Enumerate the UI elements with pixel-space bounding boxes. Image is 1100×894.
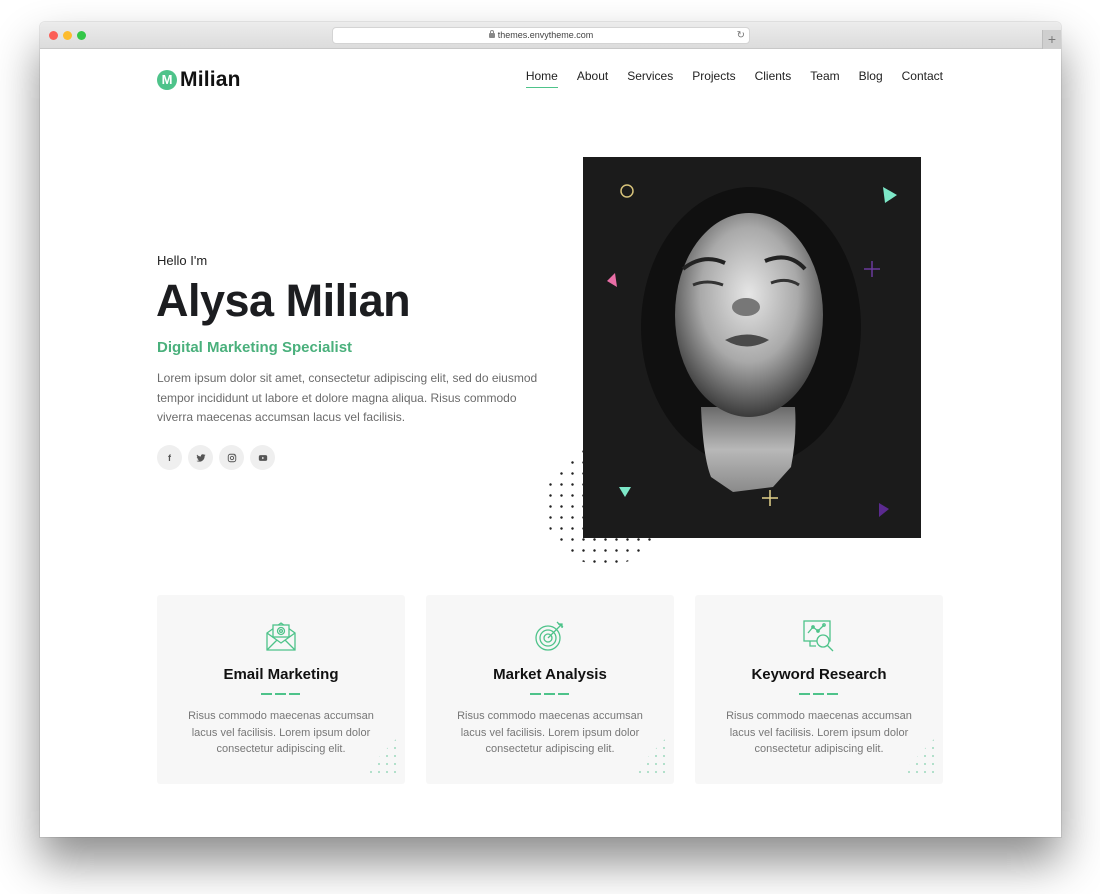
hero-role: Digital Marketing Specialist <box>157 339 353 356</box>
youtube-link[interactable] <box>250 445 275 470</box>
twitter-link[interactable] <box>188 445 213 470</box>
facebook-icon: f <box>168 452 171 463</box>
service-title: Email Marketing <box>223 666 339 683</box>
page-content: M Milian Home About Services Projects Cl… <box>40 49 1061 837</box>
nav-team[interactable]: Team <box>810 69 839 88</box>
reload-icon[interactable]: ↻ <box>737 28 745 43</box>
minimize-window-button[interactable] <box>63 31 72 40</box>
hero-greeting: Hello I'm <box>157 253 208 268</box>
keyword-research-icon <box>803 620 834 652</box>
facebook-link[interactable]: f <box>157 445 182 470</box>
hero-name: Alysa Milian <box>156 275 411 326</box>
service-divider <box>261 693 301 695</box>
main-nav: Home About Services Projects Clients Tea… <box>507 69 943 88</box>
hero-bio: Lorem ipsum dolor sit amet, consectetur … <box>157 371 538 424</box>
new-tab-button[interactable]: + <box>1042 30 1061 49</box>
service-description: Risus commodo maecenas accumsan lacus ve… <box>188 710 374 755</box>
nav-clients[interactable]: Clients <box>755 69 792 88</box>
plus-icon: + <box>1047 31 1057 47</box>
social-links: f <box>157 445 275 470</box>
instagram-link[interactable] <box>219 445 244 470</box>
browser-window: themes.envytheme.com ↻ + M Milian Home A… <box>40 22 1061 837</box>
nose <box>732 298 760 316</box>
service-title: Keyword Research <box>751 666 887 683</box>
service-title: Market Analysis <box>493 666 607 683</box>
logo-text: Milian <box>180 68 241 91</box>
profile-photo <box>583 157 921 538</box>
url-text: themes.envytheme.com <box>497 30 594 40</box>
service-card[interactable]: Keyword Research Risus commodo maecenas … <box>695 595 943 784</box>
portrait-illustration <box>583 157 921 538</box>
nav-projects[interactable]: Projects <box>692 69 735 88</box>
nav-about[interactable]: About <box>577 69 608 88</box>
nav-home[interactable]: Home <box>525 69 558 88</box>
close-window-button[interactable] <box>49 31 58 40</box>
service-description: Risus commodo maecenas accumsan lacus ve… <box>726 710 912 755</box>
service-divider <box>530 693 570 695</box>
site-logo[interactable]: M Milian <box>157 68 241 92</box>
lock-icon <box>488 30 495 38</box>
address-bar[interactable]: themes.envytheme.com ↻ <box>332 27 750 44</box>
youtube-icon <box>258 454 267 461</box>
nav-blog[interactable]: Blog <box>859 69 883 88</box>
nav-contact[interactable]: Contact <box>902 69 943 88</box>
logo-mark-icon: M <box>157 70 177 90</box>
maximize-window-button[interactable] <box>77 31 86 40</box>
target-icon <box>535 621 564 651</box>
service-divider <box>799 693 839 695</box>
service-description: Risus commodo maecenas accumsan lacus ve… <box>457 710 643 755</box>
service-card[interactable]: Market Analysis Risus commodo maecenas a… <box>426 595 674 784</box>
service-card[interactable]: Email Marketing Risus commodo maecenas a… <box>157 595 405 784</box>
services-list: Email Marketing Risus commodo maecenas a… <box>157 595 943 784</box>
nav-services[interactable]: Services <box>627 69 673 88</box>
email-envelope-icon <box>266 622 296 651</box>
instagram-icon <box>227 453 236 462</box>
twitter-icon <box>195 453 206 462</box>
browser-titlebar: themes.envytheme.com ↻ + <box>40 22 1061 49</box>
